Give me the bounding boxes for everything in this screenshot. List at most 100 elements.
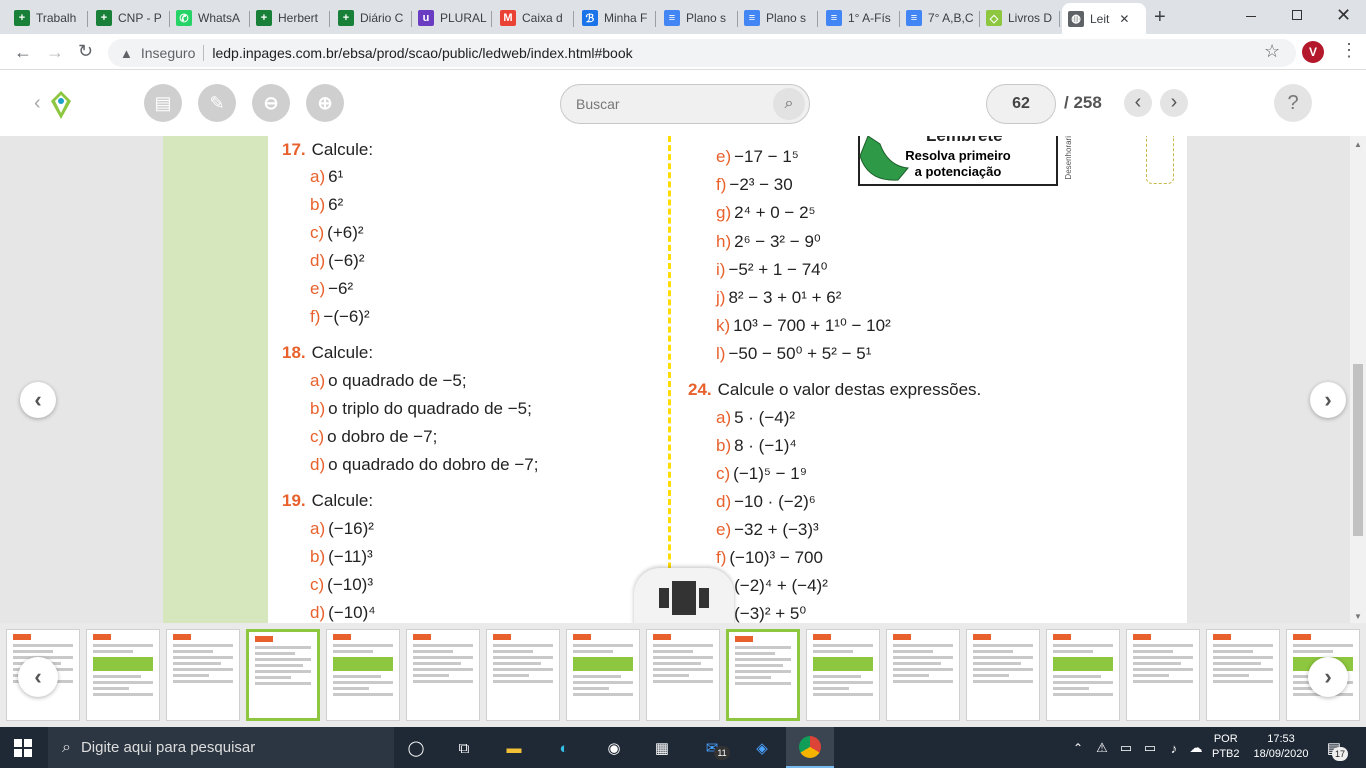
new-tab-button[interactable]: + (1154, 6, 1166, 29)
page-thumbnail[interactable] (726, 629, 800, 721)
browser-tab[interactable]: + Trabalh (8, 4, 88, 32)
browser-tab[interactable]: u PLURAL (412, 4, 492, 32)
clock[interactable]: 17:53 18/09/2020 (1248, 732, 1314, 762)
cortana-icon[interactable]: ◯ (404, 736, 428, 760)
back-icon[interactable]: ← (14, 42, 32, 63)
browser-tab[interactable]: ◍ Leit ✕ (1062, 3, 1146, 34)
network-warning-icon[interactable]: ⚠ (1090, 736, 1114, 760)
obs-icon[interactable]: ◉ (602, 736, 626, 760)
scrollbar-down-icon[interactable]: ▼ (1350, 612, 1366, 621)
browser-tab[interactable]: ≡ Plano s (658, 4, 738, 32)
chrome-taskbar-active[interactable] (786, 727, 834, 768)
volume-icon[interactable]: ♪ (1162, 736, 1186, 760)
item-letter: c) (310, 427, 325, 446)
onedrive-icon[interactable]: ☁ (1184, 736, 1208, 760)
browser-tab[interactable]: ≡ 1° A-Fís (820, 4, 900, 32)
browser-tab[interactable]: M Caixa d (494, 4, 574, 32)
exercise-title: Calcule: (311, 140, 374, 159)
zoom-out-icon[interactable]: ⊖ (252, 84, 290, 122)
browser-tab[interactable]: ≡ Plano s (738, 4, 818, 32)
page-thumbnail[interactable] (566, 629, 640, 721)
tab-label: Leit (1090, 11, 1110, 26)
help-button[interactable]: ? (1274, 84, 1312, 122)
item-expression: −6² (328, 279, 354, 298)
bookmark-star-icon[interactable]: ☆ (1264, 41, 1280, 62)
page-thumbnail[interactable] (1046, 629, 1120, 721)
page-thumbnail[interactable] (406, 629, 480, 721)
scrollbar[interactable]: ▲ ▼ (1350, 136, 1366, 623)
book-search-input[interactable]: Buscar ⌕ (560, 84, 810, 124)
search-icon[interactable]: ⌕ (773, 88, 805, 120)
zoom-in-icon[interactable]: ⊕ (306, 84, 344, 122)
close-window-icon[interactable]: ✕ (1336, 5, 1351, 26)
profile-avatar[interactable]: V (1302, 41, 1324, 63)
item-letter: d) (310, 603, 326, 622)
page-thumbnail[interactable] (486, 629, 560, 721)
browser-tab[interactable]: ◇ Livros D (980, 4, 1060, 32)
page-number-input[interactable]: 62 (986, 84, 1056, 124)
summary-icon[interactable]: ▤ (144, 84, 182, 122)
exercise-item: d) (−6)² (310, 251, 365, 271)
collapse-chevron-icon[interactable]: ‹ (34, 92, 41, 115)
tab-favicon-icon: + (256, 10, 272, 26)
page-thumbnail[interactable] (966, 629, 1040, 721)
page-thumbnail[interactable] (806, 629, 880, 721)
next-spread-button[interactable]: › (1310, 382, 1346, 418)
maximize-icon[interactable] (1292, 10, 1302, 20)
item-letter: a) (716, 408, 732, 427)
page-thumbnail[interactable] (246, 629, 320, 721)
page-thumbnail[interactable] (886, 629, 960, 721)
thumbnail-toggle-button[interactable] (634, 568, 734, 628)
menu-dots-icon[interactable]: ⋮ (1340, 40, 1358, 61)
page-thumbnail[interactable] (86, 629, 160, 721)
exercise-number: 24. (688, 380, 712, 399)
browser-tab[interactable]: + Herbert (250, 4, 330, 32)
forward-icon[interactable]: → (46, 42, 64, 63)
page-thumbnail[interactable] (1126, 629, 1200, 721)
browser-tab[interactable]: + CNP - P (90, 4, 170, 32)
item-expression: 6² (328, 195, 344, 214)
reload-icon[interactable]: ↻ (78, 41, 93, 62)
chrome-icon (799, 735, 821, 758)
page-thumbnail[interactable] (326, 629, 400, 721)
browser-tab[interactable]: ✆ WhatsA (170, 4, 250, 32)
browser-tab[interactable]: ≡ 7° A,B,C (900, 4, 980, 32)
minimize-icon[interactable] (1246, 16, 1256, 17)
display-icon[interactable]: ▭ (1114, 736, 1138, 760)
battery-icon[interactable]: ▭ (1138, 736, 1162, 760)
next-page-icon[interactable]: › (1160, 89, 1188, 117)
close-tab-icon[interactable]: ✕ (1119, 12, 1129, 26)
item-letter: e) (310, 279, 326, 298)
language-indicator[interactable]: POR PTB2 (1212, 732, 1240, 762)
scrollbar-up-icon[interactable]: ▲ (1350, 140, 1366, 149)
edge-icon[interactable]: ◐ (552, 736, 576, 760)
start-windows-icon[interactable] (14, 739, 32, 757)
prev-spread-button[interactable]: ‹ (20, 382, 56, 418)
exercise-title: Calcule: (311, 491, 374, 510)
scrollbar-thumb[interactable] (1353, 364, 1363, 536)
exercise-item: c) o dobro de −7; (310, 427, 437, 447)
exercise-item: f) (−10)³ − 700 (716, 548, 823, 568)
page-thumbnail[interactable] (646, 629, 720, 721)
exercise-item: g) 2⁴ + 0 − 2⁵ (716, 203, 816, 223)
show-hidden-icons-icon[interactable]: ⌃ (1066, 736, 1090, 760)
omnibox[interactable]: ▲ Inseguro ledp.inpages.com.br/ebsa/prod… (108, 39, 1296, 67)
app-blue-icon[interactable]: ◈ (750, 736, 774, 760)
thumbnails-prev-button[interactable]: ‹ (18, 657, 58, 697)
item-letter: a) (310, 519, 326, 538)
file-explorer-icon[interactable]: ▬ (502, 736, 526, 760)
item-expression: (−10)³ − 700 (729, 548, 823, 567)
store-icon[interactable]: ▦ (650, 736, 674, 760)
url-text[interactable]: ledp.inpages.com.br/ebsa/prod/scao/publi… (212, 45, 632, 61)
taskbar-search-box[interactable]: ⌕ Digite aqui para pesquisar (48, 727, 394, 768)
exercise-item: f) −(−6)² (310, 307, 370, 327)
thumbnails-next-button[interactable]: › (1308, 657, 1348, 697)
tools-wrench-icon[interactable]: ✎ (198, 84, 236, 122)
browser-tab[interactable]: ℬ Minha F (576, 4, 656, 32)
item-expression: (−10)⁴ (328, 603, 376, 622)
task-view-icon[interactable]: ⧉ (452, 736, 476, 760)
prev-page-icon[interactable]: ‹ (1124, 89, 1152, 117)
page-thumbnail[interactable] (1206, 629, 1280, 721)
page-thumbnail[interactable] (166, 629, 240, 721)
browser-tab[interactable]: + Diário C (332, 4, 412, 32)
